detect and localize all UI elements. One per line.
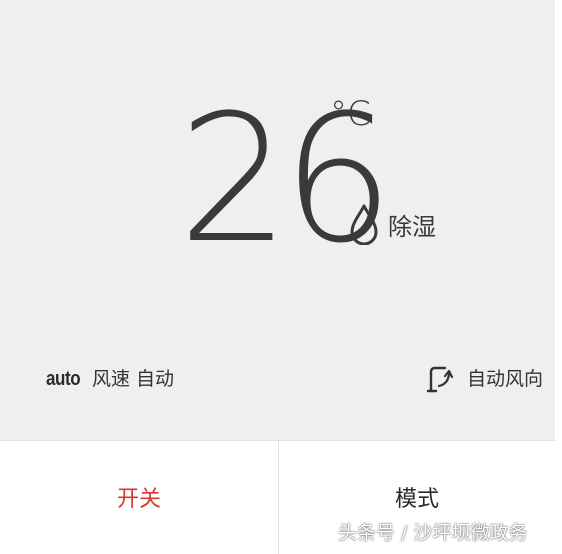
mode-button-label: 模式 bbox=[394, 486, 439, 512]
water-drop-icon bbox=[350, 204, 378, 245]
watermark-text: 头条号 / 沙坪坝微政务 bbox=[338, 522, 528, 544]
right-edge-strip bbox=[555, 0, 562, 554]
mode-status-label: 除湿 bbox=[388, 213, 436, 241]
swing-direction-label: 自动风向 bbox=[467, 368, 544, 390]
power-button[interactable]: 开关 bbox=[0, 441, 278, 554]
power-button-label: 开关 bbox=[116, 486, 161, 512]
display-panel: 26 °C 除湿 auto 风速 自动 自动风向 bbox=[0, 0, 562, 440]
temperature-unit: °C bbox=[330, 94, 371, 134]
fan-auto-badge: auto bbox=[46, 368, 81, 390]
swing-direction-icon bbox=[426, 366, 454, 393]
fan-speed-label: 风速 自动 bbox=[92, 368, 175, 390]
